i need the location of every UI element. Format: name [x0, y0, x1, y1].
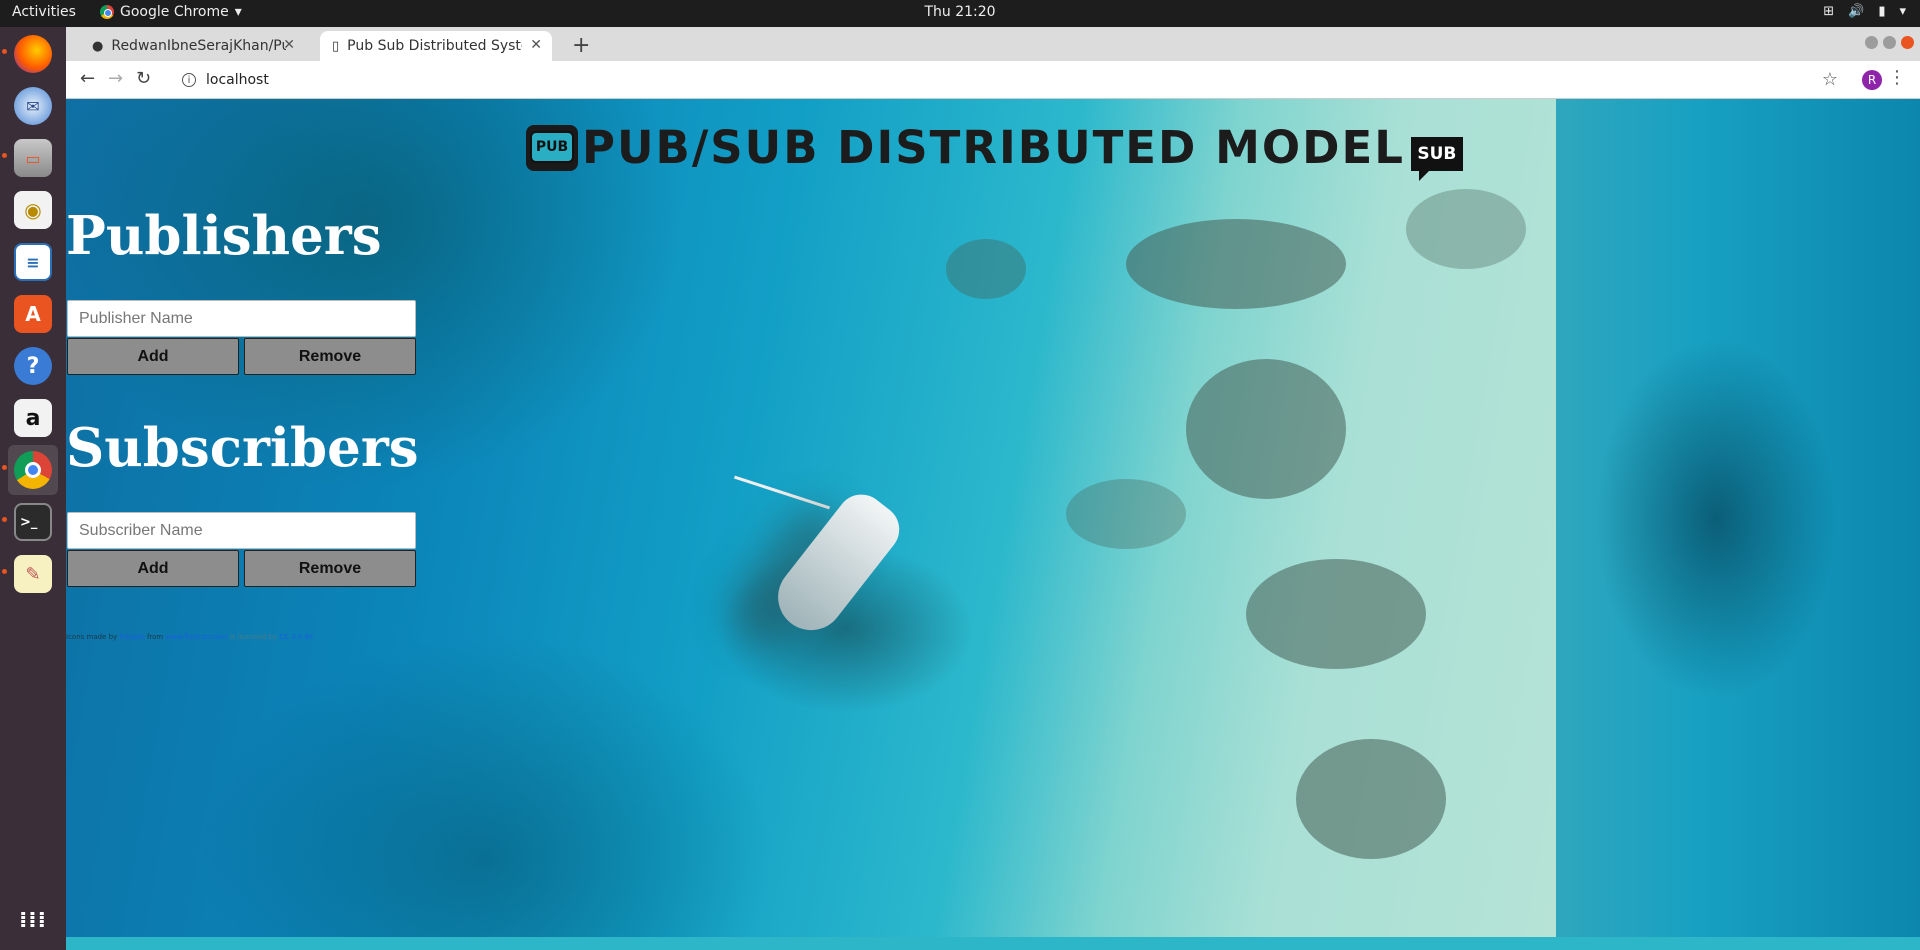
gnome-top-bar: Activities Google Chrome ▾ Thu 21:20 ⊞ 🔊… [0, 0, 1920, 27]
app-menu-label: Google Chrome [120, 4, 229, 20]
activities-button[interactable]: Activities [12, 4, 76, 20]
reef-patch [1296, 739, 1446, 859]
dock-amazon[interactable]: a [8, 393, 58, 443]
icon-credit: Icons made by Freepik from www.flaticon.… [66, 633, 314, 641]
tab-strip: ● RedwanIbneSerajKhan/Pu ✕ ▯ Pub Sub Dis… [66, 27, 1920, 61]
page-icon: ▯ [332, 38, 340, 54]
reef-patch [1406, 189, 1526, 269]
window-controls [1865, 36, 1914, 49]
dock-chrome[interactable] [2, 445, 58, 495]
back-arrow-icon[interactable]: ← [80, 68, 95, 89]
profile-avatar[interactable]: R [1862, 70, 1882, 90]
close-icon[interactable]: ✕ [530, 37, 542, 53]
credit-license-link[interactable]: CC 3.0 BY [279, 633, 313, 641]
show-applications-icon: ⁞⁞⁞ [18, 907, 48, 933]
amazon-icon: a [14, 399, 52, 437]
dock-firefox[interactable] [2, 29, 58, 79]
network-icon: ⊞ [1823, 4, 1835, 19]
dock-files[interactable]: ▭ [2, 133, 58, 183]
dock-software[interactable]: A [8, 289, 58, 339]
subscribers-heading: Subscribers [66, 417, 419, 479]
page-header: PUB PUB/SUB DISTRIBUTED MODEL SUB [526, 121, 1463, 181]
github-icon: ● [92, 38, 104, 54]
page-title: PUB/SUB DISTRIBUTED MODEL [582, 121, 1405, 174]
rhythmbox-icon: ◉ [14, 191, 52, 229]
tab-pubsub[interactable]: ▯ Pub Sub Distributed Syste ✕ [320, 31, 552, 61]
dock-writer[interactable]: ≡ [8, 237, 58, 287]
dock-thunderbird[interactable]: ✉ [8, 81, 58, 131]
page-content: PUB PUB/SUB DISTRIBUTED MODEL SUB Publis… [66, 99, 1920, 950]
browser-toolbar: ← → ↻ i localhost ☆ R ⋮ [66, 61, 1920, 99]
tab-title: RedwanIbneSerajKhan/Pu [111, 38, 287, 54]
maximize-icon[interactable] [1883, 36, 1896, 49]
chevron-down-icon: ▾ [1899, 4, 1906, 19]
ocean-background-tile [1556, 99, 1920, 937]
reef-patch [1186, 359, 1346, 499]
sub-icon: SUB [1410, 136, 1463, 181]
text-editor-icon: ✎ [14, 555, 52, 593]
battery-icon: ▮ [1878, 4, 1886, 19]
close-icon[interactable]: ✕ [283, 37, 295, 53]
pub-icon: PUB [526, 124, 578, 171]
volume-icon: 🔊 [1848, 4, 1865, 19]
background-strip [66, 937, 1920, 950]
chevron-down-icon: ▾ [234, 4, 242, 20]
remove-subscriber-button[interactable]: Remove [244, 550, 416, 587]
bookmark-star-icon[interactable]: ☆ [1822, 69, 1838, 90]
dock-help[interactable]: ? [8, 341, 58, 391]
close-window-icon[interactable] [1901, 36, 1914, 49]
minimize-icon[interactable] [1865, 36, 1878, 49]
new-tab-button[interactable]: + [572, 33, 590, 58]
dock-rhythmbox[interactable]: ◉ [8, 185, 58, 235]
help-icon: ? [14, 347, 52, 385]
app-menu[interactable]: Google Chrome ▾ [100, 4, 242, 20]
add-publisher-button[interactable]: Add [67, 338, 239, 375]
show-applications-button[interactable]: ⁞⁞⁞ [8, 895, 58, 945]
publisher-name-input[interactable] [67, 300, 416, 337]
thunderbird-icon: ✉ [14, 87, 52, 125]
reef-patch [1246, 559, 1426, 669]
reef-patch [946, 239, 1026, 299]
subscriber-name-input[interactable] [67, 512, 416, 549]
reload-icon[interactable]: ↻ [136, 68, 151, 89]
forward-arrow-icon[interactable]: → [108, 68, 123, 89]
chrome-app-icon [100, 5, 114, 19]
files-icon: ▭ [14, 139, 52, 177]
info-icon[interactable]: i [182, 73, 196, 87]
system-tray[interactable]: ⊞ 🔊 ▮ ▾ [1823, 4, 1906, 19]
credit-author-link[interactable]: Freepik [119, 633, 144, 641]
dock-text-editor[interactable]: ✎ [2, 549, 58, 599]
reef-patch [1066, 479, 1186, 549]
software-center-icon: A [14, 295, 52, 333]
tab-title: Pub Sub Distributed Syste [347, 38, 523, 54]
address-bar[interactable]: i localhost [182, 68, 269, 92]
add-subscriber-button[interactable]: Add [67, 550, 239, 587]
url-text: localhost [206, 72, 269, 88]
kebab-menu-icon[interactable]: ⋮ [1888, 67, 1906, 88]
dock: ✉ ▭ ◉ ≡ A ? a >_ ✎ ⁞⁞⁞ [0, 27, 66, 950]
tab-github[interactable]: ● RedwanIbneSerajKhan/Pu ✕ [80, 31, 305, 61]
reef-patch [1126, 219, 1346, 309]
dock-terminal[interactable]: >_ [2, 497, 58, 547]
publishers-heading: Publishers [66, 205, 382, 267]
terminal-icon: >_ [14, 503, 52, 541]
libreoffice-writer-icon: ≡ [14, 243, 52, 281]
credit-site-link[interactable]: www.flaticon.com [165, 633, 227, 641]
chrome-icon [14, 451, 52, 489]
remove-publisher-button[interactable]: Remove [244, 338, 416, 375]
firefox-icon [14, 35, 52, 73]
clock[interactable]: Thu 21:20 [0, 4, 1920, 20]
